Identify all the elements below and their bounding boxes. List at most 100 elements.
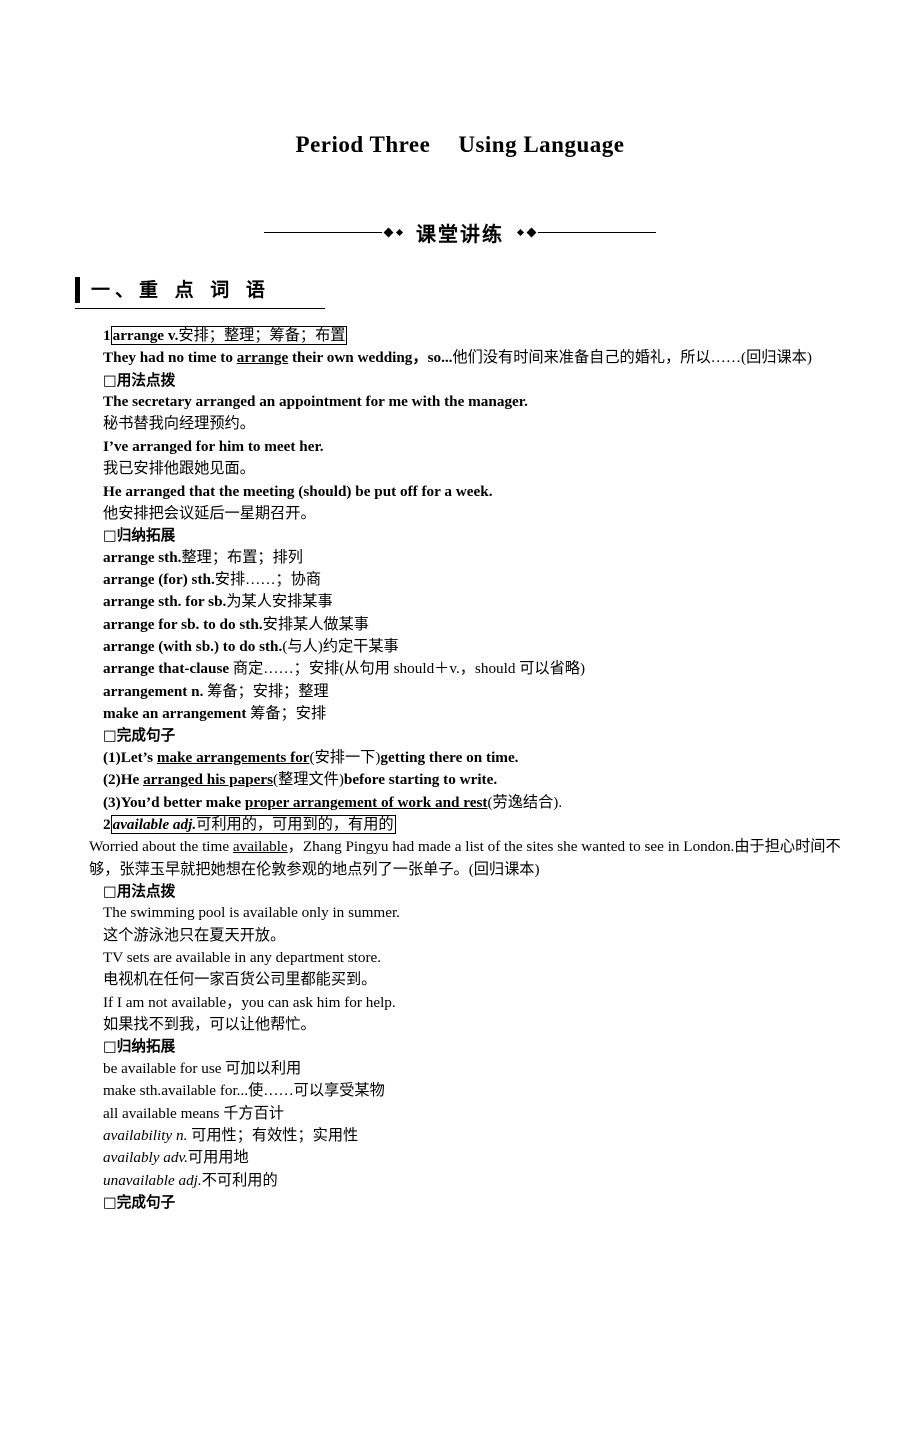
entry-2-expand-label: □归纳拓展 xyxy=(103,1038,176,1056)
entry-1-number: 1 xyxy=(103,327,111,344)
page-title: Period Three Using Language xyxy=(75,132,845,158)
entry-1-sentence-2-hint: (整理文件) xyxy=(273,771,344,789)
vocab-entry-2: 2 available adj.可利用的，可用到的，有用的 Worried abo… xyxy=(75,814,845,1213)
entry-1-usage-cn-2: 我已安排他跟她见面。 xyxy=(103,460,255,478)
entry-2-quote-en2: ，Zhang Pingyu had made a list of the sit… xyxy=(287,838,735,856)
entry-1-quote-cn: 他们没有时间来准备自己的婚礼，所以……(回归课本) xyxy=(452,349,812,367)
entry-1-sentence-1-answer: make arrangements for xyxy=(156,748,310,766)
entry-2-quote-keyword: available xyxy=(232,838,288,856)
entry-1-expansion-8-term: make an arrangement xyxy=(103,705,247,723)
entry-1-expansion-1-term: arrange sth. xyxy=(103,548,182,566)
entry-1-expansion-7: arrangement n. 筹备；安排；整理 xyxy=(75,681,845,703)
entry-2-usage-label: □用法点拨 xyxy=(103,882,176,900)
entry-2-expansion-3-term: all available means xyxy=(103,1104,220,1122)
entry-1-expansion-1-gloss: 整理；布置；排列 xyxy=(181,548,303,566)
entry-2-sentence-label: □完成句子 xyxy=(103,1193,176,1211)
entry-1-usage-cn-1: 秘书替我向经理预约。 xyxy=(103,415,255,433)
entry-1-quote-keyword: arrange xyxy=(236,349,289,367)
entry-1-expansion-6: arrange that-clause 商定……；安排(从句用 should＋v… xyxy=(75,658,845,680)
entry-1-quote-en: They had no time to xyxy=(103,349,237,367)
entry-1-expansion-1: arrange sth.整理；布置；排列 xyxy=(75,547,845,569)
entry-1-gloss: 安排；整理；筹备；布置 xyxy=(178,327,346,344)
banner-diamond-icon xyxy=(383,227,394,238)
entry-1-expansion-3-term: arrange sth. for sb. xyxy=(103,593,227,611)
entry-1-sentence-2-no: (2) xyxy=(103,771,121,789)
entry-2-expansion-5: availably adv.可用用地 xyxy=(75,1147,845,1169)
entry-1-sentence-3-pre: You’d better make xyxy=(120,793,245,811)
vocab-entry-1: 1 arrange v.安排；整理；筹备；布置 They had no time … xyxy=(75,325,845,814)
entry-2-expansion-4-gloss: 可用性；有效性；实用性 xyxy=(187,1126,359,1144)
banner-diamond-small-icon-2 xyxy=(516,228,525,237)
entry-1-expansion-7-term: arrangement n. xyxy=(103,682,204,700)
entry-1-expansion-4-gloss: 安排某人做某事 xyxy=(262,615,369,633)
entry-2-quote: Worried about the time available，Zhang P… xyxy=(75,836,845,881)
entry-1-sentence-1-no: (1) xyxy=(103,748,121,766)
document-page: Period Three Using Language 课堂讲练 一、重 点 词 … xyxy=(0,132,920,1434)
banner-rule-left xyxy=(264,232,382,233)
banner-diamond-small-icon xyxy=(395,228,404,237)
entry-1-sentence-2-post: before starting to write. xyxy=(343,771,498,789)
entry-1-expansion-3-gloss: 为某人安排某事 xyxy=(226,593,333,611)
banner-label: 课堂讲练 xyxy=(416,224,504,246)
entry-1-sentence-1-post: getting there on time. xyxy=(380,748,519,766)
entry-1-expansion-4: arrange for sb. to do sth.安排某人做某事 xyxy=(75,614,845,636)
entry-1-expansion-5: arrange (with sb.) to do sth.(与人)约定干某事 xyxy=(75,636,845,658)
entry-1-expansion-5-term: arrange (with sb.) to do sth. xyxy=(103,638,283,655)
entry-2-usage-cn-3: 如果找不到我，可以让他帮忙。 xyxy=(103,1016,316,1034)
entry-1-sentence-1-hint: (安排一下) xyxy=(309,748,381,766)
entry-1-expansion-3: arrange sth. for sb.为某人安排某事 xyxy=(75,591,845,613)
entry-2-gloss: 可利用的，可用到的，有用的 xyxy=(196,815,394,833)
entry-2-expansion-5-gloss: 可用用地 xyxy=(187,1149,249,1167)
entry-1-usage-en-1: The secretary arranged an appointment fo… xyxy=(103,393,528,411)
entry-1-sentence-3-no: (3) xyxy=(103,793,121,811)
entry-1-expansion-6-term: arrange that-clause xyxy=(103,660,230,678)
entry-2-expansion-1: be available for use 可加以利用 xyxy=(75,1058,845,1080)
entry-2-usage-en-1: The swimming pool is available only in s… xyxy=(103,904,400,922)
entry-1-expansion-2: arrange (for) sth.安排……；协商 xyxy=(75,569,845,591)
entry-1-quote-en2: their own wedding，so... xyxy=(288,349,453,367)
entry-1-sentence-2-pre: He xyxy=(120,771,144,789)
entry-1-expansion-2-gloss: 安排……；协商 xyxy=(214,570,322,588)
document-content: 1 arrange v.安排；整理；筹备；布置 They had no time … xyxy=(75,325,845,1213)
entry-1-sentence-3-answer: proper arrangement of work and rest xyxy=(244,793,488,811)
entry-2-headword: available adj. xyxy=(112,815,197,833)
entry-1-expansion-6-gloss: 商定……；安排(从句用 should＋v.，should 可以省略) xyxy=(229,660,586,678)
entry-2-expansion-1-gloss: 可加以利用 xyxy=(221,1059,302,1077)
entry-2-expansion-2: make sth.available for...使……可以享受某物 xyxy=(75,1080,845,1102)
entry-1-sentence-3: (3)You’d better make proper arrangement … xyxy=(75,792,845,814)
entry-1-sentence-2: (2)He arranged his papers(整理文件)before st… xyxy=(75,769,845,791)
entry-1-quote: They had no time to arrange their own we… xyxy=(75,347,845,369)
section-heading-bar xyxy=(75,277,80,303)
entry-2-usage-cn-1: 这个游泳池只在夏天开放。 xyxy=(103,926,286,944)
entry-1-expansion-7-gloss: 筹备；安排；整理 xyxy=(203,682,329,700)
entry-1-usage-en-3: He arranged that the meeting (should) be… xyxy=(103,482,493,500)
entry-2-expansion-4: availability n. 可用性；有效性；实用性 xyxy=(75,1125,845,1147)
entry-2-expansion-4-term: availability n. xyxy=(103,1126,188,1144)
page-title-part2: Using Language xyxy=(458,132,625,157)
entry-2-expansion-2-gloss: 使……可以享受某物 xyxy=(248,1082,385,1100)
entry-1-expansion-4-term: arrange for sb. to do sth. xyxy=(103,615,263,633)
entry-2-expansion-3-gloss: 千方百计 xyxy=(219,1104,284,1122)
entry-2-usage-en-3: If I am not available，you can ask him fo… xyxy=(103,993,396,1011)
entry-1-usage-label: □用法点拨 xyxy=(103,371,176,389)
section-heading-text: 一、重 点 词 语 xyxy=(91,279,270,301)
banner-rule-right xyxy=(538,232,656,233)
entry-2-usage-en-2: TV sets are available in any department … xyxy=(103,949,382,966)
entry-2-usage-cn-2: 电视机在任何一家百货公司里都能买到。 xyxy=(103,971,377,989)
page-title-part1: Period Three xyxy=(295,132,431,157)
entry-1-sentence-1-pre: Let’s xyxy=(120,748,157,766)
entry-1-expansion-8: make an arrangement 筹备；安排 xyxy=(75,703,845,725)
entry-1-sentence-label: □完成句子 xyxy=(103,727,176,745)
entry-2-expansion-3: all available means 千方百计 xyxy=(75,1103,845,1125)
entry-1-sentence-2-answer: arranged his papers xyxy=(143,771,274,789)
entry-1-expansion-2-term: arrange (for) sth. xyxy=(103,570,215,588)
entry-1-expansion-5-gloss: (与人)约定干某事 xyxy=(282,638,399,655)
entry-1-sentence-3-hint: (劳逸结合). xyxy=(487,793,563,811)
entry-1-usage-en-2: I’ve arranged for him to meet her. xyxy=(103,437,324,455)
entry-2-expansion-5-term: availably adv. xyxy=(103,1149,188,1167)
entry-2-expansion-2-term: make sth.available for... xyxy=(103,1082,249,1100)
entry-2-expansion-1-term: be available for use xyxy=(103,1059,222,1077)
entry-1-expand-label: □归纳拓展 xyxy=(103,527,176,545)
entry-1-usage-cn-3: 他安排把会议延后一星期召开。 xyxy=(103,504,316,522)
entry-2-quote-en: Worried about the time xyxy=(89,838,233,856)
